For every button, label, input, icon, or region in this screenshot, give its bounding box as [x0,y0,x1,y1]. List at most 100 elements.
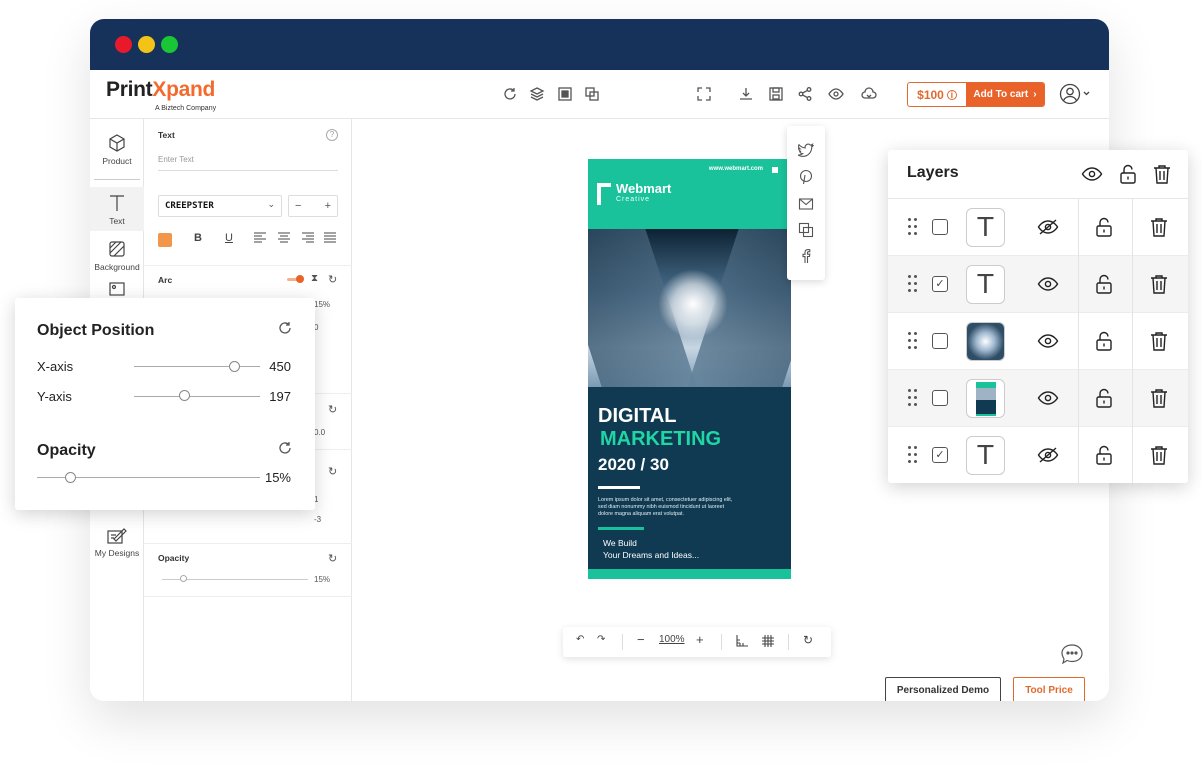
cloud-save-icon[interactable] [861,86,877,102]
flyer-design[interactable]: www.webmart.com Webmart Creative DIGITAL… [588,159,791,579]
close-window-dot[interactable] [115,36,132,53]
x-axis-slider-track[interactable] [134,366,260,367]
layer-checkbox[interactable]: ✓ [932,276,948,292]
decrease-button[interactable]: − [295,200,301,212]
nav-item-background[interactable]: Background [90,239,144,279]
y-axis-slider-knob[interactable] [179,390,190,401]
align-center-icon[interactable] [278,232,290,246]
eye-off-icon[interactable] [1037,216,1059,238]
reset-position-icon[interactable] [277,320,293,336]
personalized-demo-button[interactable]: Personalized Demo [885,677,1001,701]
trash-icon[interactable] [1148,387,1170,409]
layers-icon[interactable] [529,86,545,102]
reset-opacity-icon[interactable]: ↻ [328,552,337,565]
tool-price-button[interactable]: Tool Price [1013,677,1085,701]
rotate-reset-icon[interactable]: ↻ [803,633,813,647]
trash-icon[interactable] [1148,216,1170,238]
y-axis-slider-track[interactable] [134,396,260,397]
layer-row[interactable] [888,313,1188,370]
eye-off-icon[interactable] [1037,444,1059,466]
x-axis-slider-knob[interactable] [229,361,240,372]
unlock-icon[interactable] [1093,330,1115,352]
layer-checkbox[interactable] [932,219,948,235]
opacity-slider-knob[interactable] [65,472,77,483]
eye-icon[interactable] [1081,163,1103,185]
share-icon[interactable] [797,86,813,102]
trash-icon[interactable] [1151,163,1173,185]
bring-front-icon[interactable] [557,86,573,102]
price-display[interactable]: $100 i [908,83,966,106]
nav-item-my-designs[interactable]: My Designs [90,525,144,575]
duplicate-icon[interactable] [584,86,600,102]
grid-icon[interactable] [761,634,775,651]
printxpand-logo[interactable]: PrintXpand A Biztech Company [106,78,216,112]
email-icon[interactable] [798,196,814,212]
unlock-icon[interactable] [1093,273,1115,295]
nav-item-product[interactable]: Product [90,133,144,171]
align-right-icon[interactable] [302,232,314,246]
maximize-window-dot[interactable] [161,36,178,53]
save-icon[interactable] [768,86,784,102]
layer-row[interactable] [888,370,1188,427]
copy-link-icon[interactable] [798,222,814,238]
text-icon [110,195,124,211]
zoom-out-button[interactable]: − [637,632,645,647]
reset-arc-icon[interactable]: ↻ [328,273,337,286]
facebook-icon[interactable] [798,248,814,264]
pinterest-icon[interactable] [798,169,814,185]
drag-handle-icon[interactable] [908,446,918,464]
bold-icon[interactable]: B [194,232,202,244]
unlock-icon[interactable] [1117,163,1139,185]
text-color-swatch[interactable] [158,233,172,247]
help-icon[interactable]: ? [326,129,338,141]
twitter-icon[interactable] [798,142,814,158]
trash-icon[interactable] [1148,330,1170,352]
unlock-icon[interactable] [1093,387,1115,409]
layer-row[interactable]: T [888,199,1188,256]
layer-checkbox[interactable]: ✓ [932,447,948,463]
minimize-window-dot[interactable] [138,36,155,53]
eye-icon[interactable] [1037,273,1059,295]
drag-handle-icon[interactable] [908,389,918,407]
chat-icon[interactable] [1059,643,1085,665]
drag-handle-icon[interactable] [908,332,918,350]
layer-row[interactable]: ✓ T [888,427,1188,483]
justify-icon[interactable] [324,232,336,246]
eye-icon[interactable] [1037,330,1059,352]
download-icon[interactable] [738,86,754,102]
zoom-in-button[interactable]: + [696,632,704,647]
text-input[interactable]: Enter Text [158,155,338,171]
reset-opacity-icon[interactable] [277,440,293,456]
drag-handle-icon[interactable] [908,218,918,236]
underline-icon[interactable]: U [225,232,233,244]
eye-icon[interactable] [1037,387,1059,409]
font-size-stepper[interactable]: − + [288,195,338,217]
opacity-slider-knob[interactable] [179,575,187,582]
fullscreen-icon[interactable] [696,86,712,102]
undo-icon[interactable]: ↶ [576,634,584,645]
trash-icon[interactable] [1148,273,1170,295]
layer-checkbox[interactable] [932,333,948,349]
layer-checkbox[interactable] [932,390,948,406]
font-family-select[interactable]: CREEPSTER ⌄ [158,195,282,217]
reset-spacing-icon[interactable]: ↻ [328,403,337,416]
reset-shadow-icon[interactable]: ↻ [328,465,337,478]
nav-item-image[interactable] [90,281,144,299]
layer-row[interactable]: ✓ T [888,256,1188,313]
unlock-icon[interactable] [1093,216,1115,238]
align-left-icon[interactable] [254,232,266,246]
preview-icon[interactable] [828,86,844,102]
user-menu[interactable] [1059,83,1091,105]
redo-icon[interactable]: ↷ [597,634,605,645]
add-to-cart-button[interactable]: Add To cart › [966,83,1044,106]
arc-toggle-knob[interactable] [296,275,304,283]
ruler-icon[interactable] [735,634,749,651]
flip-icon[interactable]: ⧗ [311,273,318,284]
zoom-level[interactable]: 100% [659,634,685,645]
unlock-icon[interactable] [1093,444,1115,466]
trash-icon[interactable] [1148,444,1170,466]
drag-handle-icon[interactable] [908,275,918,293]
increase-button[interactable]: + [325,200,331,212]
reset-icon[interactable] [502,86,518,102]
nav-item-text[interactable]: Text [90,187,144,231]
